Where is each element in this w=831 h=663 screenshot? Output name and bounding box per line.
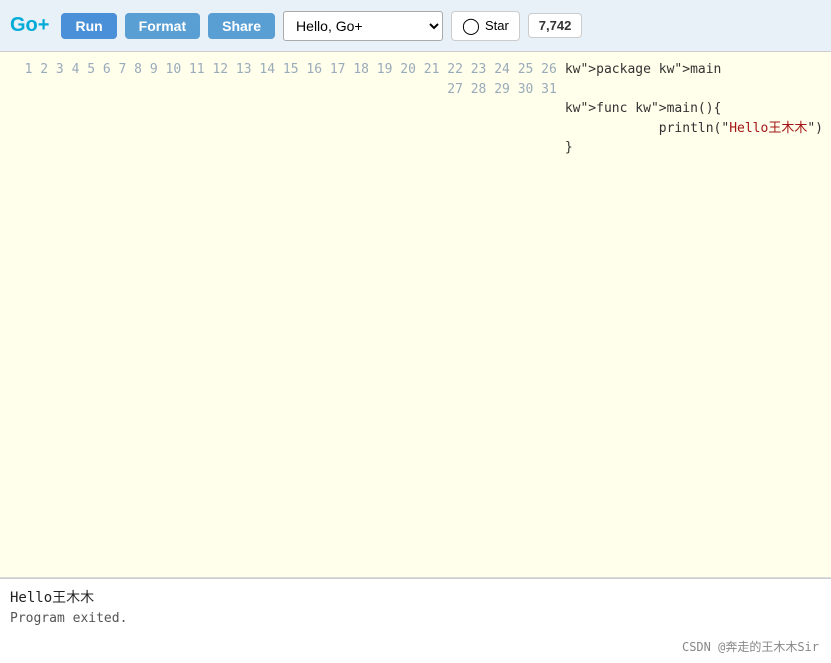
code-area[interactable]: kw">package kw">main kw">func kw">main()… <box>561 52 831 577</box>
star-count: 7,742 <box>528 13 583 38</box>
run-button[interactable]: Run <box>61 13 116 39</box>
github-star-button[interactable]: ◯ Star <box>451 11 520 41</box>
watermark: CSDN @奔走的王木木Sir <box>682 638 819 655</box>
star-label: Star <box>485 18 509 33</box>
github-icon: ◯ <box>462 16 480 36</box>
line-numbers: 1 2 3 4 5 6 7 8 9 10 11 12 13 14 15 16 1… <box>0 52 561 577</box>
program-status: Program exited. <box>10 611 821 626</box>
app-logo: Go+ <box>10 14 49 37</box>
code-editor: 1 2 3 4 5 6 7 8 9 10 11 12 13 14 15 16 1… <box>0 52 831 578</box>
output-panel: Hello王木木 Program exited. CSDN @奔走的王木木Sir <box>0 578 831 663</box>
share-button[interactable]: Share <box>208 13 275 39</box>
toolbar: Go+ Run Format Share Hello, Go+ Fibonacc… <box>0 0 831 52</box>
output-text: Hello王木木 <box>10 587 821 607</box>
format-button[interactable]: Format <box>125 13 200 39</box>
snippet-select[interactable]: Hello, Go+ Fibonacci Hello, World <box>283 11 443 41</box>
